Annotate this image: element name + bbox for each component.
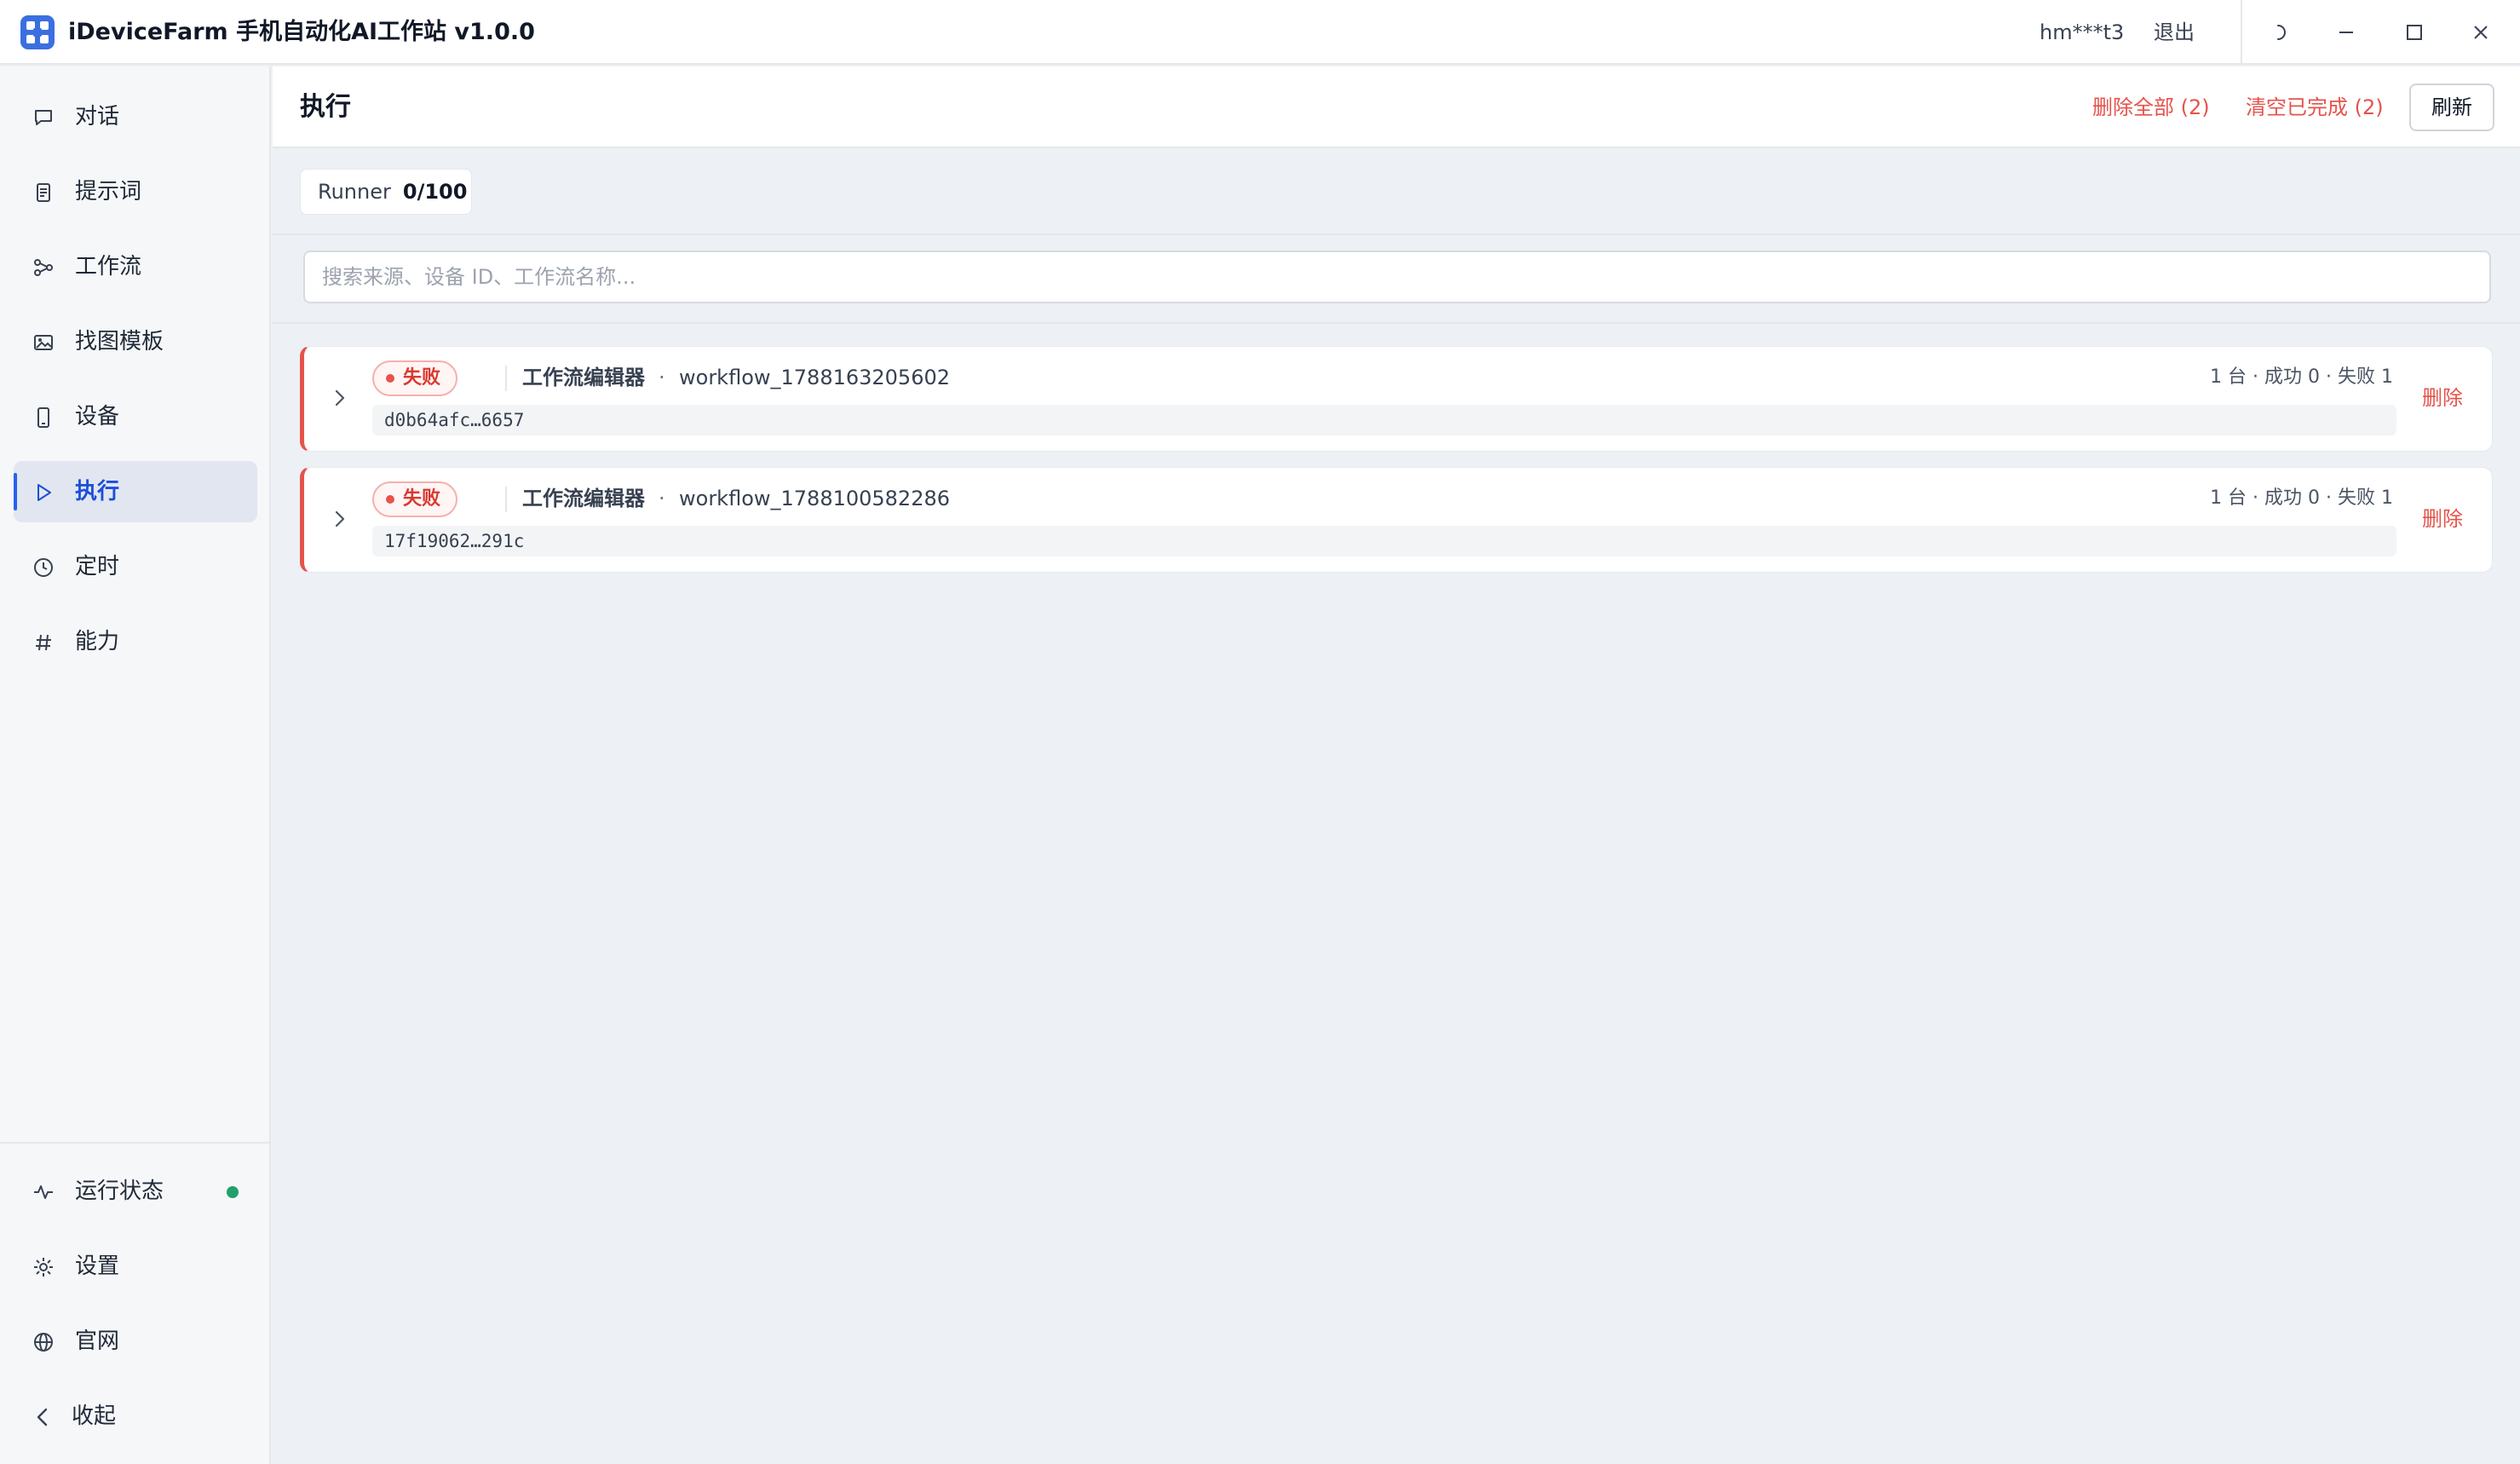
chevron-right-icon[interactable] bbox=[328, 507, 352, 531]
app-logo-icon bbox=[20, 15, 55, 49]
sidebar-item-schedule[interactable]: 定时 bbox=[14, 536, 257, 597]
workflow-icon bbox=[32, 256, 55, 279]
sidebar-item-chat[interactable]: 对话 bbox=[14, 86, 257, 147]
main-content: 执行 删除全部 (2) 清空已完成 (2) 刷新 Runner 0/100 失败… bbox=[273, 66, 2520, 1464]
logout-button[interactable]: 退出 bbox=[2154, 15, 2195, 49]
app-window: iDeviceFarm 手机自动化AI工作站 v1.0.0 hm***t3 退出… bbox=[0, 0, 2520, 1464]
sidebar-item-run-status[interactable]: 运行状态 bbox=[14, 1161, 257, 1222]
device-id: d0b64afc…6657 bbox=[372, 405, 2396, 435]
workflow-name: workflow_1788100582286 bbox=[679, 487, 951, 510]
sidebar-item-label: 找图模板 bbox=[75, 329, 164, 354]
sidebar-item-website[interactable]: 官网 bbox=[14, 1311, 257, 1372]
chevron-left-icon bbox=[32, 1406, 55, 1428]
status-dot bbox=[386, 495, 394, 504]
gear-icon bbox=[32, 1256, 55, 1278]
status-badge-label: 失败 bbox=[403, 488, 441, 510]
sidebar-item-image-templates[interactable]: 找图模板 bbox=[14, 311, 257, 372]
image-icon bbox=[32, 331, 55, 354]
sidebar-item-label: 定时 bbox=[75, 554, 120, 579]
globe-icon bbox=[32, 1331, 55, 1353]
sidebar-item-prompts[interactable]: 提示词 bbox=[14, 161, 257, 222]
status-dot bbox=[386, 374, 394, 383]
run-summary: 1 台 · 成功 0 · 失败 1 bbox=[2210, 487, 2393, 509]
page-title: 执行 bbox=[300, 92, 351, 122]
clear-completed-button[interactable]: 清空已完成 (2) bbox=[2246, 90, 2384, 124]
maximize-button[interactable] bbox=[2394, 12, 2435, 53]
play-icon bbox=[32, 481, 55, 504]
status-badge: 失败 bbox=[372, 360, 458, 396]
sidebar-item-label: 设置 bbox=[75, 1254, 120, 1279]
close-button[interactable] bbox=[2460, 12, 2501, 53]
delete-run-button[interactable]: 删除 bbox=[2422, 383, 2463, 413]
sidebar-item-label: 对话 bbox=[75, 104, 120, 130]
user-name: hm***t3 bbox=[2040, 20, 2125, 44]
runner-count: 0/100 bbox=[402, 180, 468, 204]
sidebar-item-settings[interactable]: 设置 bbox=[14, 1236, 257, 1297]
status-badge-label: 失败 bbox=[403, 367, 441, 389]
phone-icon bbox=[32, 406, 55, 429]
run-source: 工作流编辑器 bbox=[522, 487, 645, 510]
status-indicator bbox=[227, 1186, 239, 1198]
chevron-right-icon[interactable] bbox=[328, 386, 352, 410]
separator: · bbox=[659, 366, 665, 389]
workflow-name: workflow_1788163205602 bbox=[679, 366, 951, 389]
divider bbox=[505, 487, 507, 512]
run-card[interactable]: 失败 工作流编辑器 · workflow_1788100582286 1 台 ·… bbox=[300, 467, 2493, 573]
sidebar-item-label: 运行状态 bbox=[75, 1179, 164, 1204]
runner-label: Runner bbox=[318, 180, 391, 204]
search-input[interactable] bbox=[303, 251, 2491, 303]
refresh-button[interactable]: 刷新 bbox=[2409, 84, 2494, 131]
sidebar-item-execute[interactable]: 执行 bbox=[14, 461, 257, 522]
collapse-sidebar-button[interactable]: 收起 bbox=[14, 1386, 257, 1447]
activity-icon bbox=[32, 1181, 55, 1203]
run-summary: 1 台 · 成功 0 · 失败 1 bbox=[2210, 366, 2393, 388]
delete-run-button[interactable]: 删除 bbox=[2422, 504, 2463, 534]
sidebar-item-label: 能力 bbox=[75, 629, 120, 654]
page-header: 执行 删除全部 (2) 清空已完成 (2) 刷新 bbox=[273, 66, 2520, 148]
sidebar-item-devices[interactable]: 设备 bbox=[14, 386, 257, 447]
divider bbox=[505, 366, 507, 391]
list-divider bbox=[273, 322, 2520, 324]
clock-icon bbox=[32, 556, 55, 579]
separator: · bbox=[659, 487, 665, 510]
device-id: 17f19062…291c bbox=[372, 526, 2396, 556]
sidebar-divider bbox=[0, 1142, 269, 1144]
minimize-button[interactable] bbox=[2326, 12, 2367, 53]
sidebar-item-capabilities[interactable]: 能力 bbox=[14, 611, 257, 672]
section-divider bbox=[273, 233, 2520, 235]
sidebar-item-label: 设备 bbox=[75, 404, 120, 429]
chat-icon bbox=[32, 107, 55, 129]
sidebar-item-label: 工作流 bbox=[75, 254, 142, 280]
status-badge: 失败 bbox=[372, 481, 458, 517]
run-source: 工作流编辑器 bbox=[522, 366, 645, 389]
title-bar: iDeviceFarm 手机自动化AI工作站 v1.0.0 hm***t3 退出 bbox=[0, 0, 2520, 65]
delete-all-button[interactable]: 删除全部 (2) bbox=[2092, 90, 2210, 124]
sidebar-item-workflow[interactable]: 工作流 bbox=[14, 236, 257, 297]
hash-icon bbox=[32, 631, 55, 654]
runner-capacity-chip: Runner 0/100 bbox=[300, 169, 472, 215]
sidebar-item-label: 官网 bbox=[75, 1329, 120, 1354]
sidebar: 对话 提示词 工作流 找图模板 设备 执行 定时 能力 运行状态 设置 官网 收… bbox=[0, 66, 271, 1464]
run-card[interactable]: 失败 工作流编辑器 · workflow_1788163205602 1 台 ·… bbox=[300, 346, 2493, 452]
sidebar-item-label: 执行 bbox=[75, 479, 120, 504]
loading-spinner-icon bbox=[2258, 12, 2298, 53]
sidebar-item-label: 提示词 bbox=[75, 179, 142, 205]
titlebar-divider bbox=[2241, 0, 2242, 65]
app-title: iDeviceFarm 手机自动化AI工作站 v1.0.0 bbox=[68, 19, 535, 45]
document-icon bbox=[32, 182, 55, 204]
sidebar-item-label: 收起 bbox=[72, 1403, 117, 1429]
